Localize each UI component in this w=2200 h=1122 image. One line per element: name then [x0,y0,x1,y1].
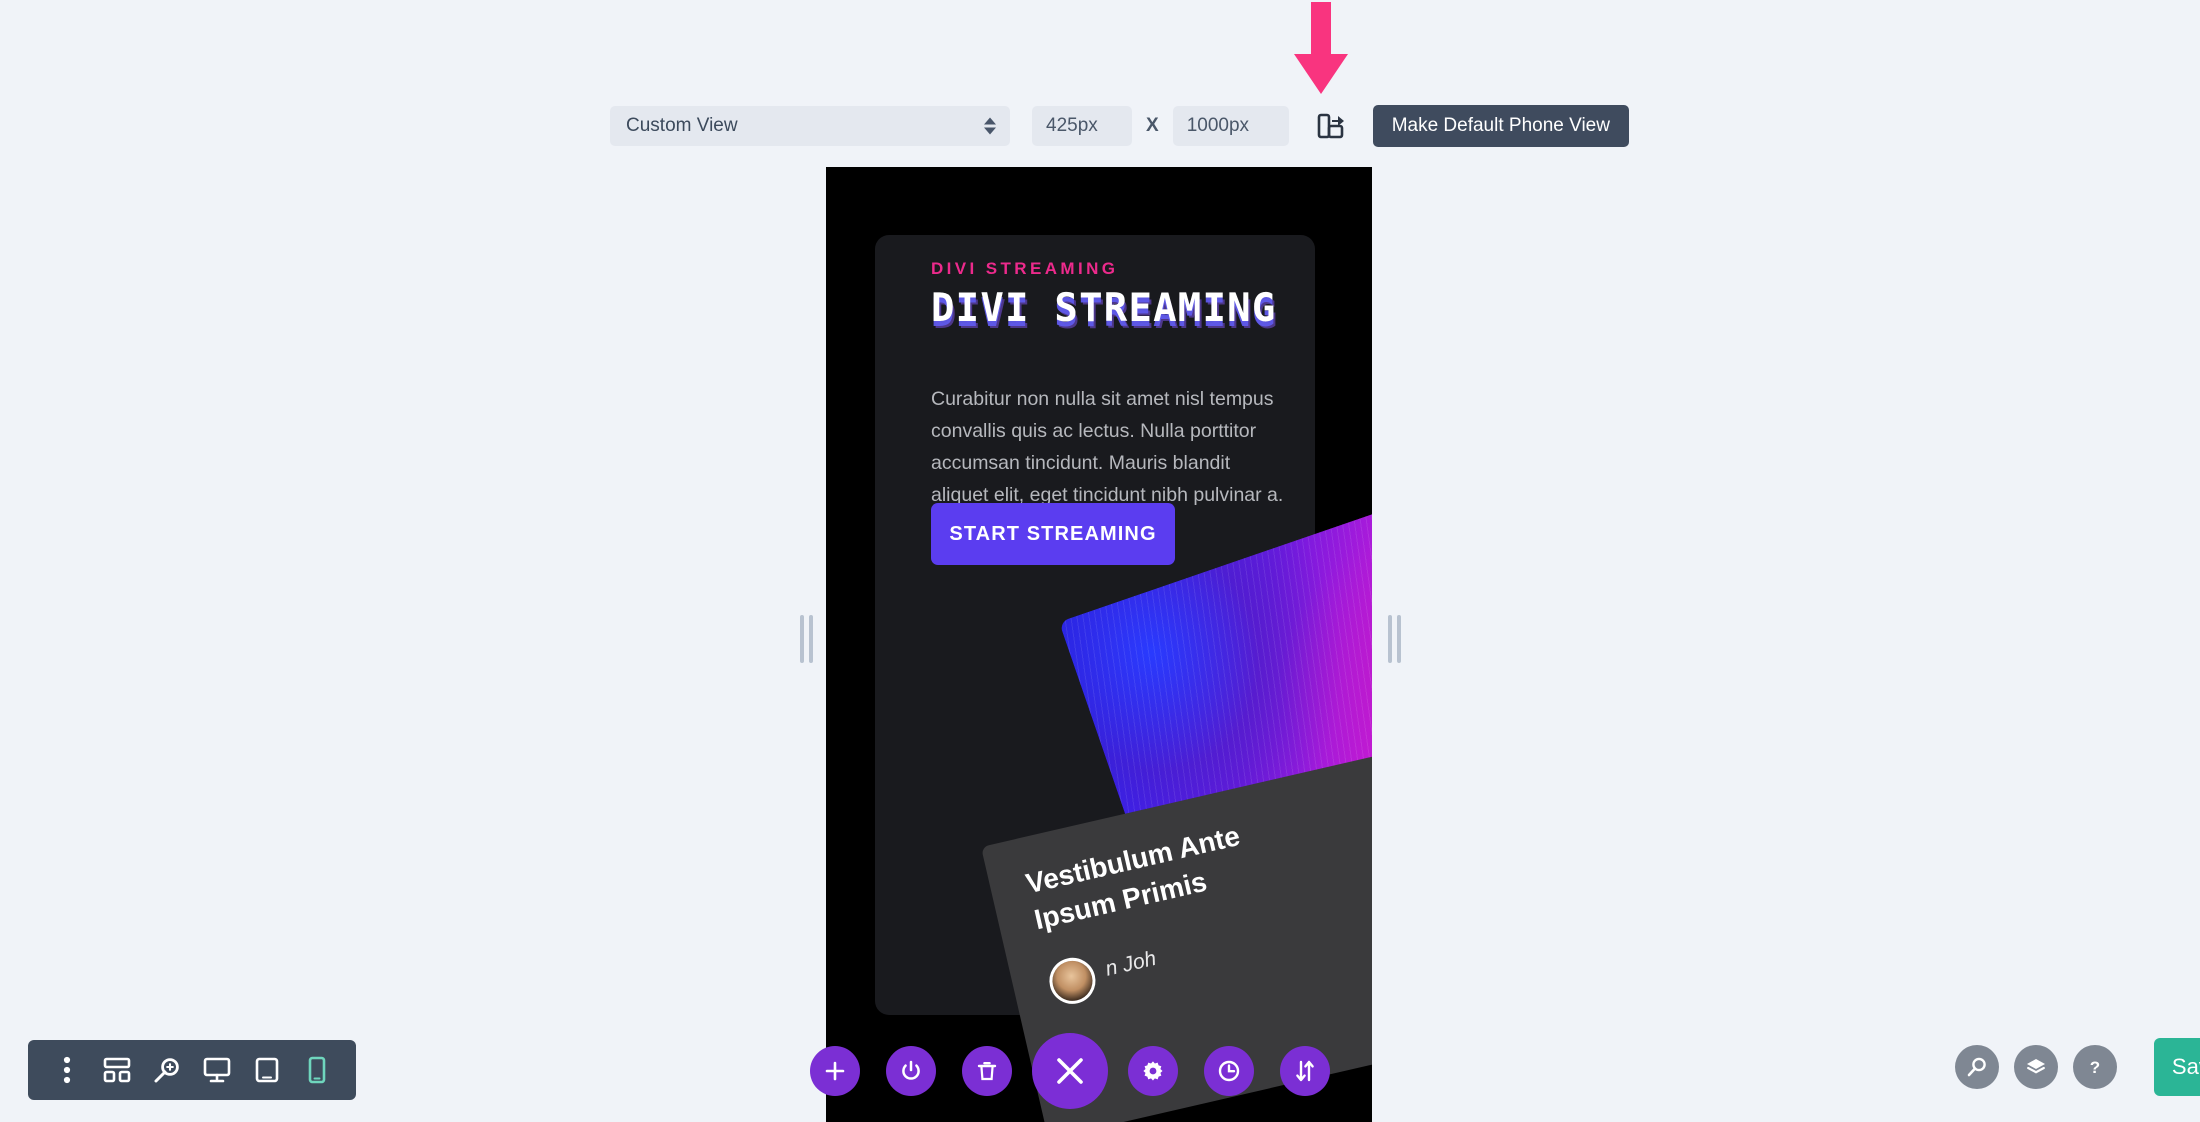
view-preset-select[interactable]: Custom View [610,106,1010,146]
help-button[interactable]: ? [2073,1045,2117,1089]
close-x-icon [1057,1058,1083,1084]
sort-button[interactable] [1280,1046,1330,1096]
make-default-label: Make Default Phone View [1391,115,1610,136]
power-icon [902,1060,920,1080]
avatar [1044,953,1101,1009]
device-preview-toolbar: Custom View X Make Default Phone View [610,104,1629,148]
sort-arrows-icon [1296,1060,1314,1082]
resize-handle-right[interactable] [1383,615,1405,663]
pink-arrow-annotation-icon [1294,2,1348,94]
save-button[interactable]: Save [2154,1038,2200,1096]
page-settings-fab-row [810,1033,1330,1109]
editor-mode-toolbar [28,1040,356,1100]
svg-text:?: ? [2090,1058,2100,1077]
sidebar-item-more-options[interactable] [42,1040,92,1100]
quote-byline: n Joh [1103,946,1159,981]
desktop-monitor-icon [203,1057,231,1083]
phone-viewport[interactable]: DIVI STREAMING DIVI STREAMING Curabitur … [826,167,1372,1122]
view-preset-value: Custom View [626,115,738,136]
question-mark-icon: ? [2090,1058,2100,1077]
viewport-width-input[interactable] [1032,106,1132,146]
phone-preview-frame: DIVI STREAMING DIVI STREAMING Curabitur … [826,167,1372,1122]
history-button[interactable] [1204,1046,1254,1096]
layers-icon [2027,1059,2045,1074]
cta-label: START STREAMING [949,522,1157,545]
wireframe-grid-icon [103,1057,131,1083]
layers-button[interactable] [2014,1045,2058,1089]
tablet-icon [255,1057,279,1083]
sidebar-item-zoom-view[interactable] [142,1040,192,1100]
settings-button[interactable] [1128,1046,1178,1096]
vertical-dots-icon [63,1056,71,1084]
editor-utility-controls: ? Save [1955,1038,2200,1096]
spinner-arrows-icon [984,117,996,135]
phone-icon [308,1056,326,1084]
gear-icon [1143,1061,1163,1081]
save-label: Save [2171,1054,2200,1079]
trash-button[interactable] [962,1046,1012,1096]
rotate-device-icon [1317,113,1344,139]
dimension-separator: X [1146,115,1159,136]
rotate-device-button[interactable] [1309,104,1353,148]
sidebar-item-tablet-view[interactable] [242,1040,292,1100]
close-button[interactable] [1032,1033,1108,1109]
sidebar-item-desktop-view[interactable] [192,1040,242,1100]
search-button[interactable] [1955,1045,1999,1089]
hero-body-text: Curabitur non nulla sit amet nisl tempus… [931,388,1284,506]
trash-icon [977,1062,997,1081]
power-button[interactable] [886,1046,936,1096]
magnifier-icon [1967,1057,1986,1077]
resize-handle-left[interactable] [795,615,817,663]
hero-eyebrow: DIVI STREAMING [931,259,1119,278]
viewport-height-input[interactable] [1172,106,1289,146]
make-default-phone-view-button[interactable]: Make Default Phone View [1372,105,1629,147]
add-button[interactable] [810,1046,860,1096]
hero-title: DIVI STREAMING [931,286,1277,331]
sidebar-item-wireframe-view[interactable] [92,1040,142,1100]
plus-icon [825,1061,845,1081]
editor-canvas: Custom View X Make Default Phone View DI [0,0,2200,1122]
sidebar-item-phone-view[interactable] [292,1040,342,1100]
start-streaming-button[interactable]: START STREAMING [931,503,1175,565]
magnifier-plus-icon [154,1058,179,1083]
clock-icon [1218,1060,1240,1082]
